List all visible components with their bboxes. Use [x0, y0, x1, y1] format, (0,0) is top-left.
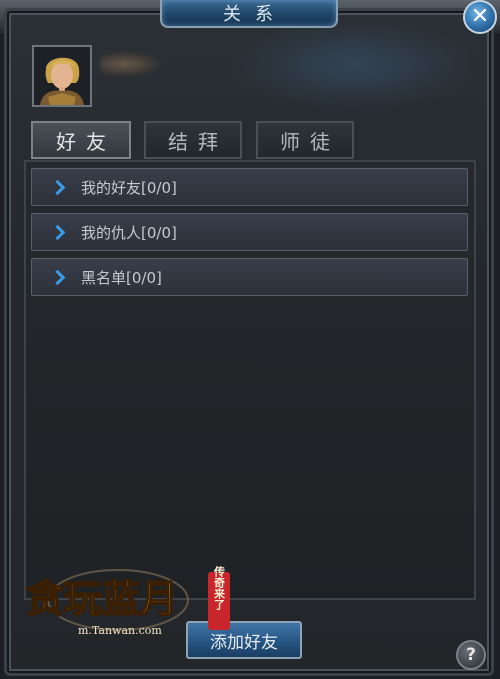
game-logo-watermark: 贪玩蓝月 传奇来了 m.Tanwan.com	[25, 565, 230, 637]
list-item-blacklist[interactable]: 黑名单[0/0]	[31, 258, 468, 296]
logo-sub-text: 传奇来了	[213, 565, 227, 611]
tab-mentorship[interactable]: 师徒	[256, 121, 354, 159]
chevron-right-icon	[49, 224, 66, 240]
tab-friends[interactable]: 好友	[31, 121, 131, 159]
tab-sworn-brothers[interactable]: 结拜	[144, 121, 242, 159]
help-icon: ?	[466, 645, 476, 665]
background-glow	[230, 20, 480, 110]
list-item-my-friends[interactable]: 我的好友[0/0]	[31, 168, 468, 206]
list-item-label: 我的好友[0/0]	[81, 178, 177, 197]
logo-main-text: 贪玩蓝月	[26, 576, 178, 621]
player-name-obscured	[100, 52, 160, 76]
list-item-my-enemies[interactable]: 我的仇人[0/0]	[31, 213, 468, 251]
tab-mentorship-label: 师徒	[280, 129, 340, 154]
chevron-right-icon	[49, 269, 66, 285]
avatar[interactable]	[32, 45, 92, 107]
help-button[interactable]: ?	[456, 640, 486, 670]
tab-friends-label: 好友	[56, 129, 116, 154]
list-item-label: 我的仇人[0/0]	[81, 223, 177, 242]
player-portrait-image	[34, 47, 90, 105]
list-item-label: 黑名单[0/0]	[81, 268, 162, 287]
logo-url-text: m.Tanwan.com	[78, 624, 162, 637]
chevron-right-icon	[49, 179, 66, 195]
tab-sworn-brothers-label: 结拜	[168, 129, 228, 154]
